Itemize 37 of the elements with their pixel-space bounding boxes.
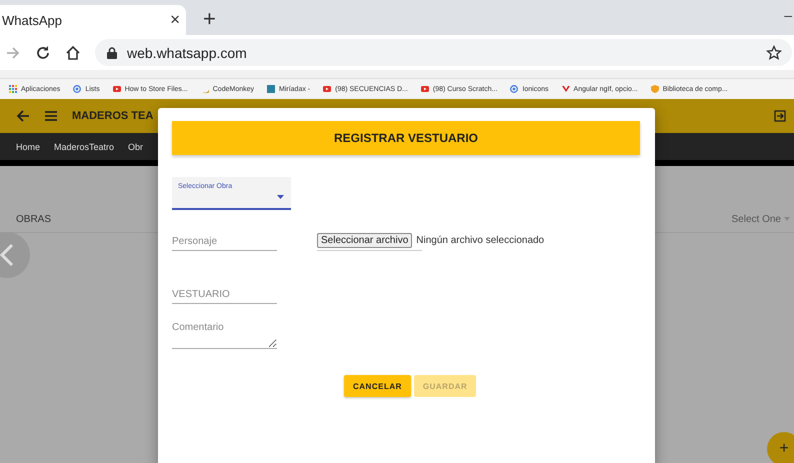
file-choose-button[interactable]: Seleccionar archivo (317, 233, 412, 248)
shield-icon (650, 85, 659, 93)
back-arrow-icon[interactable] (16, 109, 30, 123)
reload-icon[interactable] (35, 44, 51, 60)
menu-icon[interactable] (44, 110, 58, 122)
nav-link[interactable]: Obr (128, 142, 144, 152)
file-status: Ningún archivo seleccionado (416, 235, 544, 246)
action-button[interactable]: CANCELAR (344, 375, 411, 397)
square-icon (267, 85, 275, 93)
circle-icon (73, 85, 82, 93)
address-bar[interactable]: web.whatsapp.com (95, 39, 792, 66)
text-field[interactable]: Personaje (172, 232, 277, 251)
minimize-button[interactable]: – (784, 7, 792, 23)
caret-icon (784, 217, 790, 221)
app-title: MADEROS TEA (72, 110, 154, 122)
text-field[interactable]: VESTUARIO (172, 285, 277, 304)
action-button: GUARDAR (414, 375, 476, 397)
browser-tab[interactable]: WhatsApp × (0, 5, 186, 35)
logout-icon[interactable] (774, 110, 786, 122)
star-icon[interactable] (766, 44, 782, 60)
caret-icon (277, 195, 284, 199)
close-icon[interactable]: × (170, 10, 180, 30)
circle-icon (510, 85, 518, 93)
nav-link[interactable]: MaderosTeatro (54, 142, 114, 152)
nav-link[interactable]: Home (16, 142, 40, 152)
video-play-icon (323, 85, 332, 93)
dialog-header: REGISTRAR VESTUARIO (172, 121, 640, 155)
apps-grid-icon (9, 85, 17, 93)
new-tab-button[interactable]: + (203, 7, 216, 31)
add-button[interactable]: + (767, 432, 794, 463)
letter-v-icon (562, 85, 570, 93)
section-title: OBRAS (16, 214, 52, 224)
comment-field[interactable]: Comentario (172, 322, 277, 349)
video-play-icon (420, 85, 429, 93)
lock-icon (107, 46, 117, 58)
home-icon[interactable] (65, 44, 81, 60)
video-play-icon (112, 85, 121, 93)
